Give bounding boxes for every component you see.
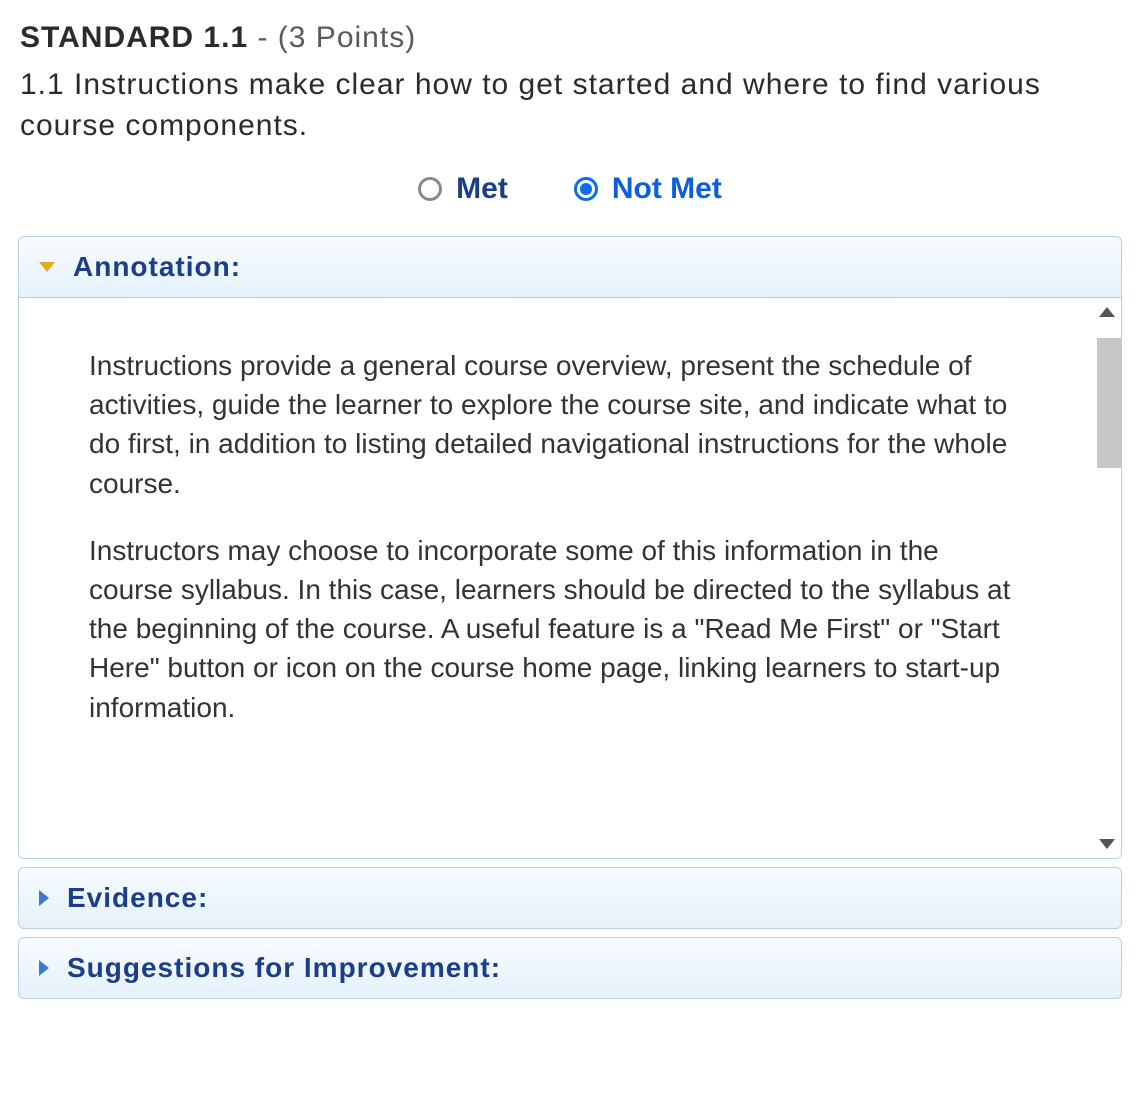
accordion-title-evidence: Evidence: [67,882,208,914]
scrollbar[interactable] [1093,298,1121,858]
met-notmet-radio-group: Met Not Met [18,172,1122,236]
radio-met-label: Met [456,172,508,206]
scroll-down-icon[interactable] [1093,830,1121,858]
annotation-body-wrap: Instructions provide a general course ov… [19,298,1121,858]
standard-label: STANDARD 1.1 [20,21,248,54]
chevron-right-icon [39,960,49,976]
scroll-track[interactable] [1093,326,1121,830]
annotation-para-2: Instructors may choose to incorporate so… [89,531,1021,727]
radio-dot-icon [574,177,598,201]
chevron-down-icon [39,262,55,272]
radio-met[interactable]: Met [418,172,508,206]
standard-points: - (3 Points) [248,21,416,54]
annotation-body: Instructions provide a general course ov… [19,298,1121,858]
scroll-thumb[interactable] [1097,338,1121,468]
accordion-header-suggestions[interactable]: Suggestions for Improvement: [19,938,1121,998]
accordion-title-suggestions: Suggestions for Improvement: [67,952,501,984]
standard-description: 1.1 Instructions make clear how to get s… [18,65,1122,172]
radio-not-met[interactable]: Not Met [574,172,722,206]
accordion-header-evidence[interactable]: Evidence: [19,868,1121,928]
annotation-para-1: Instructions provide a general course ov… [89,346,1021,503]
scroll-up-icon[interactable] [1093,298,1121,326]
accordion-suggestions: Suggestions for Improvement: [18,937,1122,999]
chevron-right-icon [39,890,49,906]
accordion-evidence: Evidence: [18,867,1122,929]
radio-circle-icon [418,177,442,201]
standard-heading: STANDARD 1.1 - (3 Points) [18,18,1122,65]
accordion-header-annotation[interactable]: Annotation: [19,237,1121,298]
radio-not-met-label: Not Met [612,172,722,206]
page-root: STANDARD 1.1 - (3 Points) 1.1 Instructio… [0,0,1140,1037]
accordion-annotation: Annotation: Instructions provide a gener… [18,236,1122,859]
accordion-title-annotation: Annotation: [73,251,241,283]
